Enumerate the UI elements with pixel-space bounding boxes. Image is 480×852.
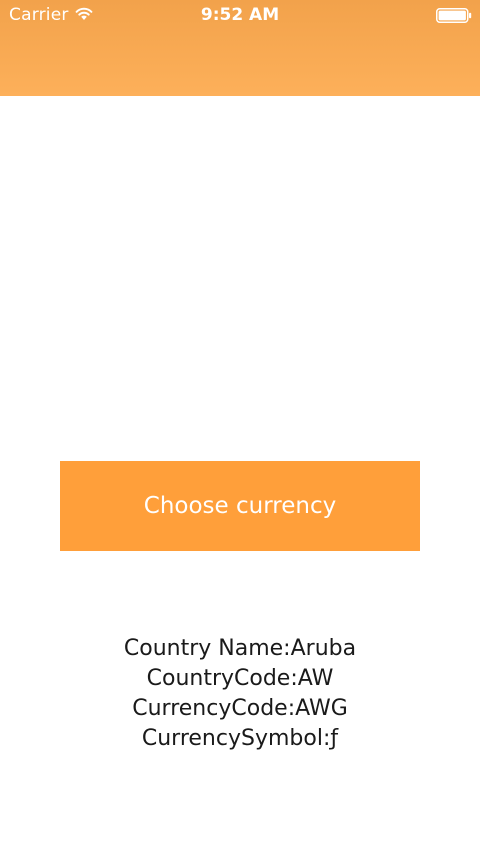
status-bar: Carrier 9:52 AM [0,0,480,32]
choose-currency-button-label: Choose currency [143,493,337,519]
currency-info: Country Name:Aruba CountryCode:AW Curren… [0,634,480,754]
status-time: 9:52 AM [200,5,280,25]
currency-symbol-text: CurrencySymbol:ƒ [141,726,339,751]
battery-icon [436,8,472,23]
navigation-header: Carrier 9:52 AM [0,0,480,96]
currency-code-text: CurrencyCode:AWG [132,696,348,721]
country-name-text: Country Name:Aruba [123,636,357,661]
choose-currency-button[interactable]: Choose currency [60,461,420,551]
country-code-text: CountryCode:AW [146,666,334,691]
